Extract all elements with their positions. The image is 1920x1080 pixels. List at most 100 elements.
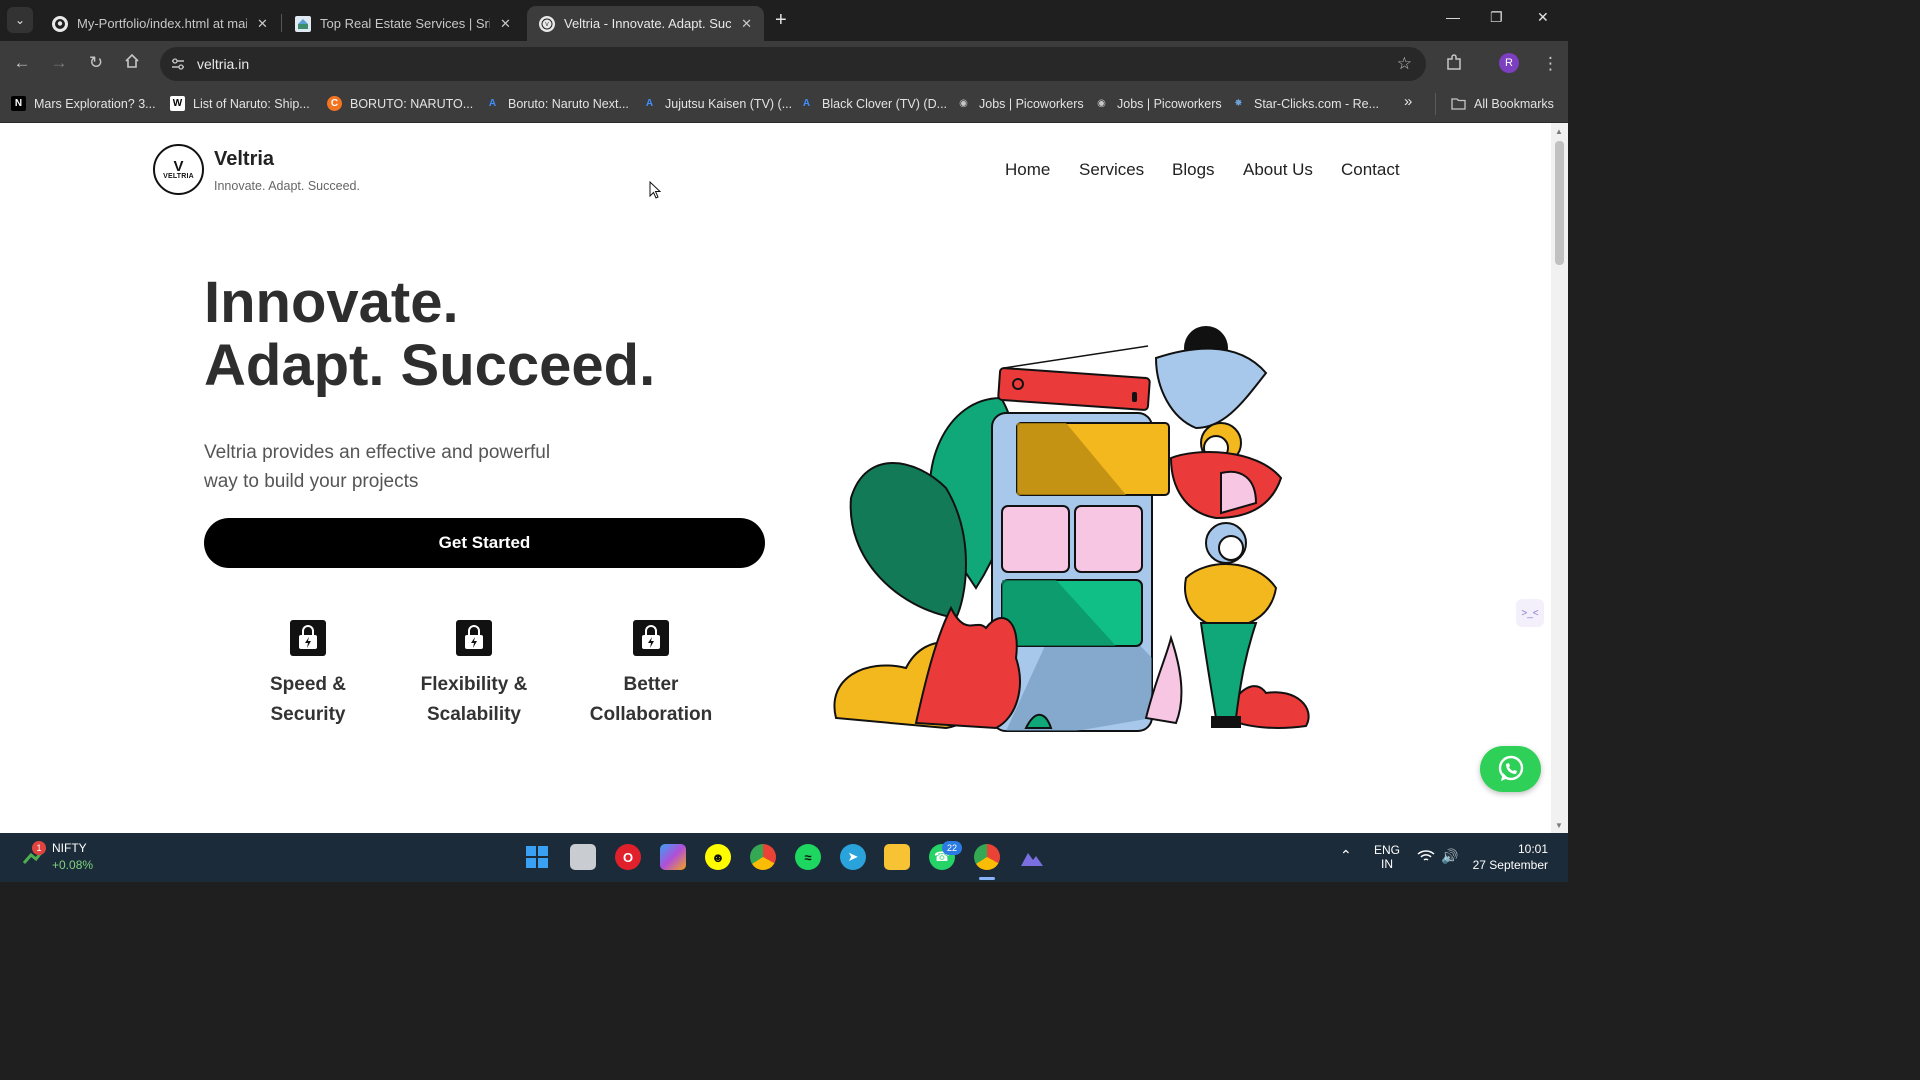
bookmarks-divider (1435, 93, 1436, 115)
bookmark-item[interactable]: A Black Clover (TV) (D... (799, 96, 947, 111)
address-bar[interactable]: veltria.in ☆ (160, 47, 1426, 81)
bookmark-item[interactable]: W List of Naruto: Ship... (170, 96, 310, 111)
tab-close-icon[interactable]: ✕ (257, 16, 268, 32)
all-bookmarks-label: All Bookmarks (1474, 96, 1554, 111)
more-bookmarks-chevron-icon[interactable]: » (1404, 93, 1412, 110)
tray-chevron-up-icon[interactable]: ⌃ (1340, 847, 1352, 864)
page-scrollbar[interactable]: ▲ ▼ (1551, 123, 1568, 833)
bookmark-item[interactable]: C BORUTO: NARUTO... (327, 96, 473, 111)
mouse-cursor-icon (649, 181, 661, 199)
bookmark-label: Black Clover (TV) (D... (822, 96, 948, 111)
active-app-indicator (979, 877, 995, 880)
tab-close-icon[interactable]: ✕ (500, 16, 511, 32)
feature-label-line1: Better (623, 674, 679, 695)
whatsapp-notification-badge: 22 (942, 841, 962, 855)
whatsapp-icon (1498, 755, 1523, 781)
tab-search-chevron-icon[interactable]: ⌄ (7, 7, 33, 33)
brand-name[interactable]: Veltria (214, 148, 274, 171)
hero-title-line2: Adapt. Succeed. (204, 333, 656, 398)
get-started-button[interactable]: Get Started (204, 518, 765, 568)
window-close-icon[interactable]: ✕ (1537, 9, 1549, 26)
nav-contact[interactable]: Contact (1341, 160, 1400, 180)
restore-icon[interactable]: ❐ (1490, 9, 1503, 26)
bookmark-item[interactable]: A Jujutsu Kaisen (TV) (... (642, 96, 792, 111)
chrome-profile-icon[interactable] (974, 844, 1000, 870)
tab-veltria[interactable]: V Veltria - Innovate. Adapt. Succeed ✕ (527, 6, 764, 41)
feature-better-collaboration: Better Collaboration (571, 620, 731, 730)
windows-start-icon[interactable] (524, 844, 550, 870)
new-tab-plus-icon[interactable]: + (775, 9, 787, 32)
browser-menu-icon[interactable]: ⋮ (1542, 54, 1559, 74)
bookmark-label: Star-Clicks.com - Re... (1254, 96, 1380, 111)
minimize-icon[interactable]: — (1446, 9, 1460, 25)
language-line1: ENG (1374, 843, 1401, 857)
reload-icon[interactable]: ↻ (84, 53, 108, 73)
feature-label-line1: Flexibility & (420, 674, 528, 695)
real-estate-site-icon (295, 15, 311, 32)
snapchat-icon[interactable]: ☻ (705, 844, 731, 870)
clock[interactable]: 10:01 (1496, 842, 1548, 856)
language-line2: IN (1381, 857, 1393, 871)
widget-badge: 1 (32, 841, 46, 855)
lock-bolt-icon (456, 620, 492, 656)
task-view-icon[interactable] (570, 844, 596, 870)
forward-arrow-icon[interactable]: → (47, 53, 71, 73)
bookmark-star-icon[interactable]: ☆ (1397, 54, 1412, 74)
site-info-icon[interactable] (170, 56, 186, 75)
notion-icon: N (11, 96, 26, 111)
tab-github-portfolio[interactable]: My-Portfolio/index.html at main ✕ (40, 6, 280, 41)
whatsapp-chat-button[interactable] (1480, 746, 1541, 792)
wifi-icon[interactable] (1417, 849, 1435, 866)
bookmark-label: Boruto: Naruto Next... (508, 96, 629, 111)
anime-site-icon: A (645, 98, 654, 109)
nav-blogs[interactable]: Blogs (1172, 160, 1215, 180)
tab-title: My-Portfolio/index.html at main (77, 16, 247, 31)
volume-icon[interactable]: 🔊 (1441, 848, 1458, 865)
photos-app-icon[interactable] (1019, 844, 1045, 870)
feature-label-line2: Collaboration (589, 704, 713, 725)
nav-about-us[interactable]: About Us (1243, 160, 1313, 180)
telegram-icon[interactable]: ➤ (840, 844, 866, 870)
hero-title-line1: Innovate. (204, 270, 459, 335)
veltria-site-icon: V (539, 15, 555, 32)
scroll-up-arrow-icon[interactable]: ▲ (1555, 127, 1563, 136)
anime-site-icon: A (488, 98, 497, 109)
tab-real-estate[interactable]: Top Real Estate Services | Srini P ✕ (283, 6, 523, 41)
veltria-logo[interactable]: V VELTRIA (153, 144, 204, 195)
tab-title: Top Real Estate Services | Srini P (320, 16, 490, 31)
feature-label-line1: Speed & (269, 674, 347, 695)
extensions-puzzle-icon[interactable] (1445, 54, 1463, 77)
profile-avatar[interactable]: R (1499, 53, 1519, 73)
chrome-icon[interactable] (750, 844, 776, 870)
file-explorer-icon[interactable] (884, 844, 910, 870)
bookmark-item[interactable]: N Mars Exploration? 3... (11, 96, 156, 111)
bookmark-item[interactable]: ◉ Jobs | Picoworkers (1094, 96, 1222, 111)
spotify-icon[interactable]: ≈ (795, 844, 821, 870)
home-icon[interactable] (120, 53, 144, 74)
windows-taskbar: 1 NIFTY +0.08% O ☻ ≈ ➤ ☎ 22 ⌃ ENG IN 🔊 1… (0, 833, 1568, 882)
folder-icon (1451, 96, 1466, 111)
all-bookmarks-button[interactable]: All Bookmarks (1451, 96, 1554, 111)
bookmark-item[interactable]: ✸ Star-Clicks.com - Re... (1231, 96, 1379, 111)
language-indicator[interactable]: ENG IN (1374, 843, 1400, 871)
bookmark-item[interactable]: A Boruto: Naruto Next... (485, 96, 629, 111)
nav-services[interactable]: Services (1079, 160, 1144, 180)
widget-title[interactable]: NIFTY (52, 841, 87, 855)
bookmark-item[interactable]: ◉ Jobs | Picoworkers (956, 96, 1084, 111)
tab-close-icon[interactable]: ✕ (741, 16, 752, 32)
scroll-down-arrow-icon[interactable]: ▼ (1555, 821, 1563, 830)
feature-label-line2: Security (270, 704, 346, 725)
copilot-icon[interactable] (660, 844, 686, 870)
clock-time: 10:01 (1517, 842, 1548, 856)
star-clicks-icon: ✸ (1234, 98, 1243, 109)
github-icon (52, 15, 68, 32)
side-code-widget-icon[interactable]: >_< (1516, 599, 1544, 627)
nav-home[interactable]: Home (1005, 160, 1050, 180)
scrollbar-thumb[interactable] (1555, 141, 1564, 265)
hero-illustration (833, 326, 1310, 732)
lock-bolt-icon (633, 620, 669, 656)
bookmark-label: Jujutsu Kaisen (TV) (... (665, 96, 793, 111)
opera-icon[interactable]: O (615, 844, 641, 870)
bookmark-label: Mars Exploration? 3... (34, 96, 156, 111)
back-arrow-icon[interactable]: ← (10, 53, 34, 73)
